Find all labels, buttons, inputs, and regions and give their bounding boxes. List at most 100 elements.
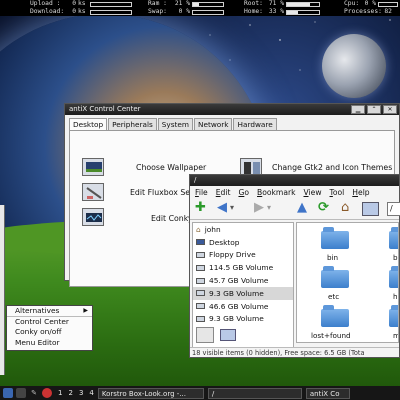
moon-image — [322, 34, 386, 98]
control-center-tabs: Desktop Peripherals System Network Hardw… — [65, 115, 399, 130]
file-manager-menubar: File Edit Go Bookmark View Tool Help — [190, 186, 399, 198]
place-volume[interactable]: 45.7 GB Volume — [193, 274, 293, 287]
browser-icon[interactable] — [42, 388, 52, 398]
place-volume[interactable]: 9.3 GB Volume — [193, 313, 293, 326]
menu-go[interactable]: Go — [238, 188, 249, 197]
desktop-switcher-2[interactable]: 2 — [68, 389, 72, 397]
back-dropdown-icon[interactable]: ▾ — [230, 201, 234, 215]
computer-icon[interactable] — [362, 202, 379, 216]
home-bar-fill — [287, 10, 298, 14]
forward-arrow-icon[interactable]: ▶ — [254, 201, 264, 215]
back-arrow-icon[interactable]: ◀ — [217, 201, 227, 215]
root-menu: Alternatives ▶ Control Center Conky on/o… — [6, 305, 93, 351]
menu-help[interactable]: Help — [352, 188, 369, 197]
home-bar — [286, 9, 320, 15]
task-control-center[interactable]: antiX Co — [305, 387, 350, 399]
file-name[interactable]: etc — [328, 292, 339, 301]
processes-label: Processes: — [344, 8, 382, 15]
place-floppy[interactable]: Floppy Drive — [193, 249, 293, 262]
conky-icon[interactable] — [82, 208, 104, 226]
up-arrow-icon[interactable]: ▲ — [297, 201, 307, 215]
reload-icon[interactable]: ⟳ — [318, 201, 329, 215]
conky-memory: Ram : 21 % Swap: 0 % — [148, 0, 228, 16]
root-label: Root: — [244, 0, 263, 7]
minimize-button[interactable]: ▁ — [351, 105, 365, 114]
tab-hardware[interactable]: Hardware — [233, 118, 277, 130]
folder-icon[interactable] — [389, 266, 398, 288]
task-file-manager[interactable]: / — [207, 387, 302, 399]
menu-edge — [0, 205, 5, 375]
folder-icon[interactable] — [321, 305, 349, 327]
menu-item-menu-editor[interactable]: Menu Editor — [7, 338, 92, 349]
device-icon[interactable] — [220, 329, 236, 341]
status-bar: 18 visible items (0 hidden), Free space:… — [190, 347, 399, 357]
file-name[interactable]: b — [393, 253, 398, 262]
file-name[interactable]: m — [393, 331, 398, 340]
edit-fluxbox-link[interactable]: Edit Fluxbox Se — [130, 188, 190, 197]
submenu-arrow-icon: ▶ — [83, 307, 88, 314]
tools-icon[interactable]: ✎ — [29, 388, 39, 398]
menu-item-alternatives[interactable]: Alternatives ▶ — [7, 306, 92, 317]
tab-desktop[interactable]: Desktop — [69, 118, 108, 130]
desktop-switcher-1[interactable]: 1 — [58, 389, 62, 397]
menu-edit[interactable]: Edit — [216, 188, 231, 197]
place-desktop[interactable]: Desktop — [193, 236, 293, 249]
download-label: Download: — [30, 8, 65, 15]
download-value: 0 — [72, 8, 76, 15]
root-bar-fill — [287, 2, 310, 6]
place-volume-selected[interactable]: 9.3 GB Volume — [193, 286, 293, 300]
drive-icon — [196, 303, 205, 310]
fluxbox-settings-icon[interactable] — [82, 183, 104, 201]
task-browser[interactable]: Korstro Box-Look.org -... — [97, 387, 204, 399]
menu-file[interactable]: File — [195, 188, 208, 197]
menu-item-conky-toggle[interactable]: Conky on/off — [7, 327, 92, 338]
forward-dropdown-icon[interactable]: ▾ — [267, 201, 271, 215]
tab-peripherals[interactable]: Peripherals — [108, 118, 157, 130]
conky-network: Upload : 0 ks Download: 0 ks — [30, 0, 140, 16]
tab-system[interactable]: System — [157, 118, 194, 130]
file-name[interactable]: h — [393, 292, 398, 301]
file-manager-titlebar[interactable]: / — [190, 175, 399, 186]
ram-value: 21 % — [174, 0, 190, 7]
sidebar-toggle-button[interactable] — [196, 327, 214, 343]
menu-item-label: Alternatives — [15, 306, 60, 315]
tab-network[interactable]: Network — [194, 118, 233, 130]
control-center-title: antiX Control Center — [69, 105, 141, 113]
home-icon[interactable]: ⌂ — [341, 201, 349, 215]
edit-conky-link[interactable]: Edit Conky — [151, 214, 193, 223]
menu-item-control-center[interactable]: Control Center — [7, 317, 92, 328]
new-tab-icon[interactable]: ✚ — [195, 201, 206, 215]
place-home[interactable]: ⌂ john — [193, 223, 293, 236]
choose-wallpaper-link[interactable]: Choose Wallpaper — [136, 163, 206, 172]
maximize-button[interactable]: ⌃ — [367, 105, 381, 114]
ram-label: Ram : — [148, 0, 167, 7]
close-button[interactable]: ✕ — [383, 105, 397, 114]
drive-icon — [196, 290, 205, 297]
download-unit: ks — [78, 8, 86, 15]
path-entry[interactable]: / — [387, 202, 400, 216]
folder-icon[interactable] — [389, 305, 398, 327]
home-value: 33 % — [268, 8, 284, 15]
folder-icon[interactable] — [321, 266, 349, 288]
root-bar — [286, 1, 320, 7]
file-name[interactable]: bin — [327, 253, 338, 262]
place-label: 9.3 GB Volume — [209, 288, 264, 298]
menu-bookmark[interactable]: Bookmark — [257, 188, 295, 197]
upload-label: Upload : — [30, 0, 61, 7]
folder-icon[interactable] — [321, 227, 349, 249]
menu-tool[interactable]: Tool — [330, 188, 345, 197]
desktop-switcher-4[interactable]: 4 — [89, 389, 93, 397]
place-volume[interactable]: 46.6 GB Volume — [193, 300, 293, 313]
conky-system-monitor: Upload : 0 ks Download: 0 ks Ram : 21 % Swap:… — [0, 0, 400, 16]
terminal-icon[interactable] — [16, 388, 26, 398]
control-center-titlebar[interactable]: antiX Control Center ▁ ⌃ ✕ — [65, 104, 399, 115]
place-volume[interactable]: 114.5 GB Volume — [193, 261, 293, 274]
menu-view[interactable]: View — [304, 188, 322, 197]
desktop-switcher-3[interactable]: 3 — [79, 389, 83, 397]
cpu-label: Cpu: — [344, 0, 360, 7]
change-themes-link[interactable]: Change Gtk2 and Icon Themes — [272, 163, 392, 172]
wallpaper-icon[interactable] — [82, 158, 104, 176]
file-name[interactable]: lost+found — [311, 331, 351, 340]
app-menu-icon[interactable] — [3, 388, 13, 398]
folder-icon[interactable] — [389, 227, 398, 249]
